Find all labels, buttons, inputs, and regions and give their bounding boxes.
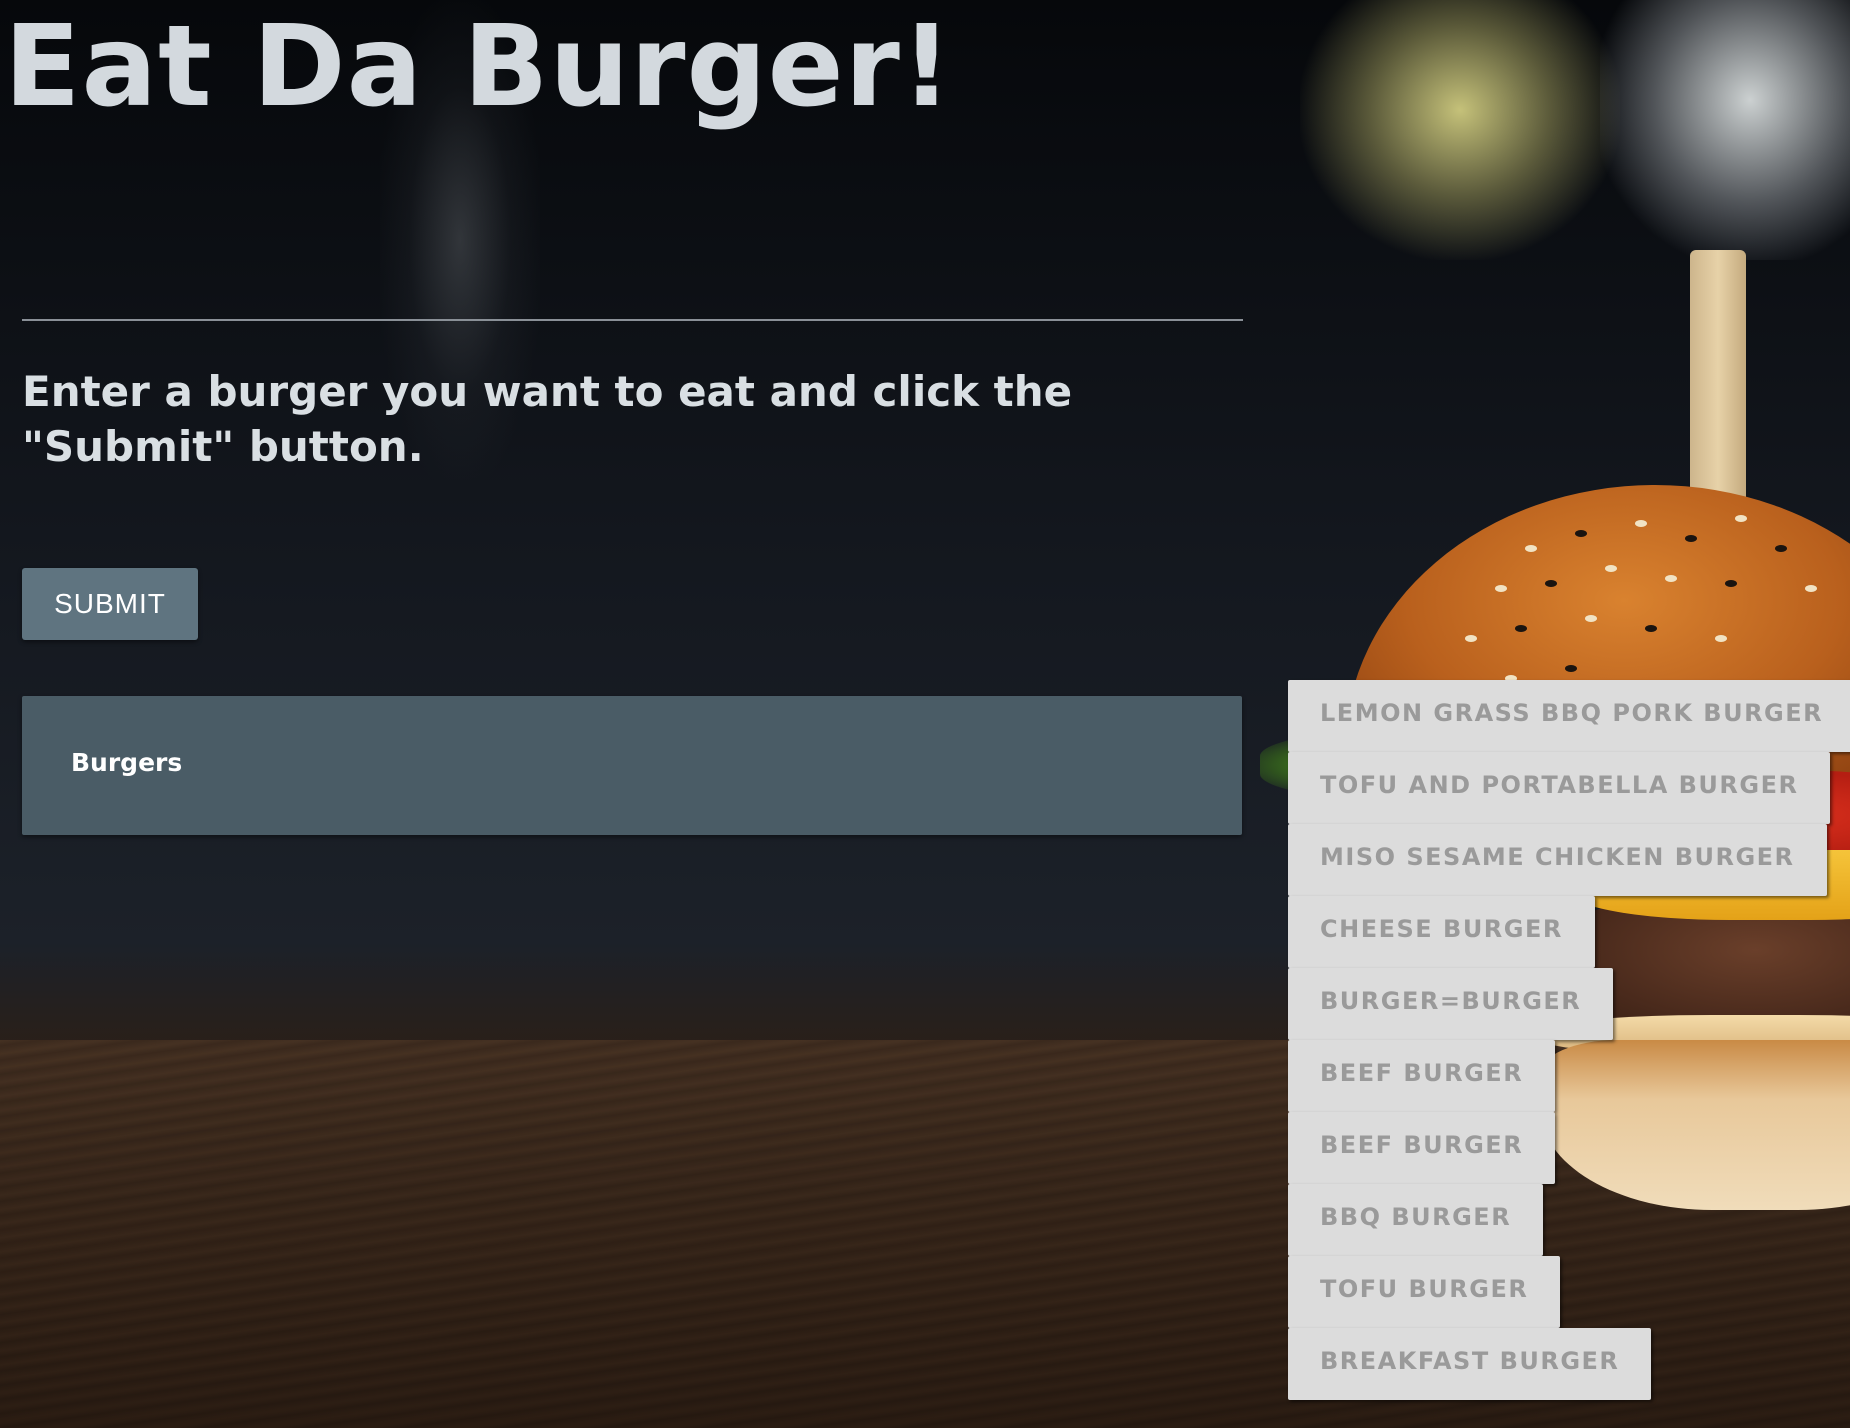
wooden-pick <box>1690 250 1746 510</box>
burger-item[interactable]: BREAKFAST BURGER <box>1288 1328 1652 1400</box>
background-light-yellow <box>1300 0 1620 260</box>
instructions-text: Enter a burger you want to eat and click… <box>22 367 1073 471</box>
burger-item[interactable]: BEEF BURGER <box>1288 1040 1556 1112</box>
burger-item[interactable]: BURGER=BURGER <box>1288 968 1614 1040</box>
burgers-panel-heading: Burgers <box>71 748 183 777</box>
burger-list: LEMON GRASS BBQ PORK BURGER TOFU AND POR… <box>1288 680 1850 1400</box>
submit-button[interactable]: SUBMIT <box>22 568 198 640</box>
burger-item[interactable]: TOFU BURGER <box>1288 1256 1561 1328</box>
background-light-white <box>1600 0 1850 260</box>
burger-item[interactable]: BEEF BURGER <box>1288 1112 1556 1184</box>
page-title: Eat Da Burger! <box>4 2 953 132</box>
burger-item[interactable]: BBQ BURGER <box>1288 1184 1544 1256</box>
burger-item[interactable]: TOFU AND PORTABELLA BURGER <box>1288 752 1831 824</box>
divider <box>22 319 1243 321</box>
burger-item[interactable]: CHEESE BURGER <box>1288 896 1595 968</box>
burger-item[interactable]: MISO SESAME CHICKEN BURGER <box>1288 824 1827 896</box>
burgers-panel: Burgers <box>22 696 1242 835</box>
burger-item[interactable]: LEMON GRASS BBQ PORK BURGER <box>1288 680 1850 752</box>
